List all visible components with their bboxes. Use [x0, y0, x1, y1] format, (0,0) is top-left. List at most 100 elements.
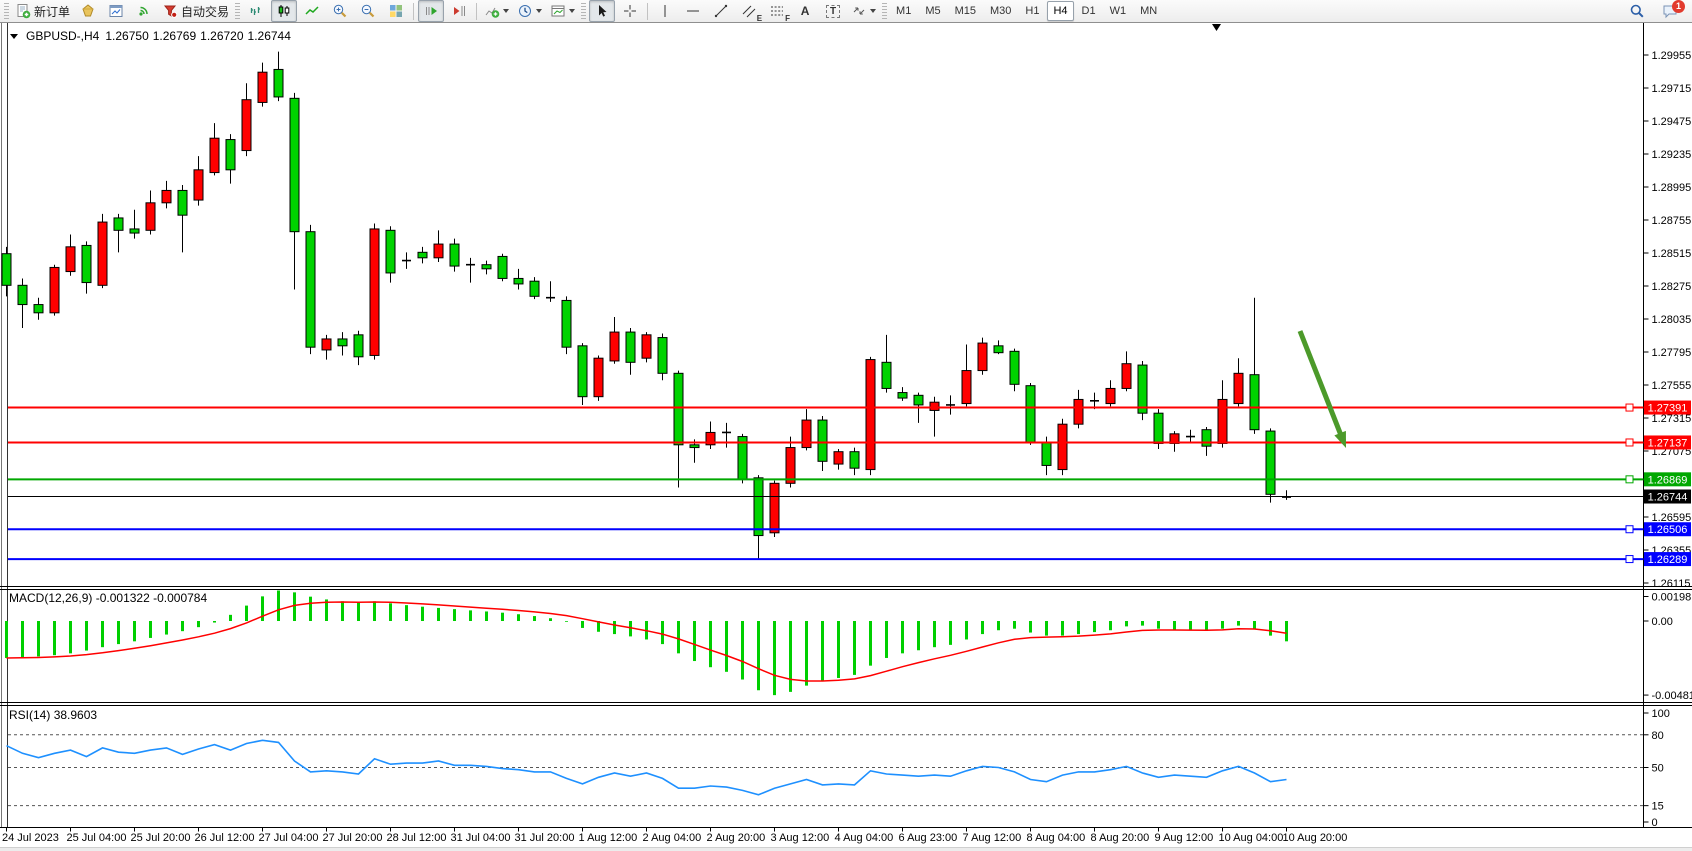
candle-body [66, 247, 75, 272]
candle-body [242, 100, 251, 151]
support-line-blue-2-handle[interactable] [1626, 556, 1633, 563]
time-axis-label: 8 Aug 20:00 [1091, 832, 1150, 844]
rsi-value: 38.9603 [54, 708, 97, 722]
time-axis-label: 31 Jul 04:00 [451, 832, 511, 844]
candle-body [674, 373, 683, 445]
macd-values: -0.001322 -0.000784 [96, 591, 207, 605]
resistance-line-1-handle[interactable] [1626, 404, 1633, 411]
time-axis-label: 10 Aug 20:00 [1283, 832, 1348, 844]
candle-body [930, 402, 939, 410]
time-axis-label: 26 Jul 12:00 [195, 832, 255, 844]
candle-body [354, 335, 363, 357]
support-line-green-handle[interactable] [1626, 476, 1633, 483]
price-tick-label: 1.26595 [1652, 512, 1692, 524]
symbol-info[interactable]: GBPUSD-,H4 1.267501.267691.267201.26744 [10, 29, 295, 43]
candle-body [34, 305, 43, 313]
support-line-blue-2-price-label: 1.26289 [1648, 554, 1688, 566]
candle-body [1122, 364, 1131, 389]
price-tick-label: 1.28275 [1652, 281, 1692, 293]
candle-body [594, 358, 603, 397]
candle-body [98, 222, 107, 285]
candle-body [1010, 351, 1019, 384]
price-tick-label: 1.27795 [1652, 347, 1692, 359]
rsi-tick-label: 80 [1652, 730, 1664, 742]
candle-body [146, 203, 155, 231]
candle-body [530, 281, 539, 296]
macd-name: MACD(12,26,9) [9, 591, 92, 605]
current-price-line-price-label: 1.26744 [1648, 492, 1688, 504]
candle-body [306, 232, 315, 348]
candle-body [498, 256, 507, 278]
candle-body [482, 265, 491, 269]
macd-signal-line [7, 602, 1287, 681]
time-axis-label: 8 Aug 04:00 [1027, 832, 1086, 844]
candle-body [450, 244, 459, 266]
candle-body [754, 478, 763, 536]
time-axis-label: 25 Jul 04:00 [67, 832, 127, 844]
price-tick-label: 1.28035 [1652, 314, 1692, 326]
resistance-line-1-price-label: 1.27391 [1648, 403, 1688, 415]
candle-body [1074, 399, 1083, 424]
symbol-label: GBPUSD-,H4 [26, 29, 99, 43]
time-axis-label: 2 Aug 20:00 [707, 832, 766, 844]
candle-body [1218, 399, 1227, 443]
time-axis-label: 31 Jul 20:00 [515, 832, 575, 844]
trend-arrow-head[interactable] [1334, 431, 1346, 448]
high-value: 1.26769 [153, 29, 196, 43]
chart-shift-marker[interactable] [1212, 24, 1221, 31]
price-tick-label: 1.28755 [1652, 215, 1692, 227]
open-value: 1.26750 [105, 29, 148, 43]
time-axis-label: 4 Aug 04:00 [835, 832, 894, 844]
macd-tick-label: 0.001981 [1652, 592, 1692, 604]
candle-body [1058, 424, 1067, 469]
candle-body [338, 339, 347, 346]
candle-body [386, 230, 395, 273]
candle-body [130, 229, 139, 233]
price-tick-label: 1.29715 [1652, 83, 1692, 95]
candle-body [370, 229, 379, 356]
candle-body [898, 393, 907, 399]
candle-body [866, 360, 875, 470]
candle-body [162, 190, 171, 202]
time-axis-label: 2 Aug 04:00 [643, 832, 702, 844]
mt4-terminal-window: 新订单 自动交易 [0, 0, 1692, 851]
trend-arrow-line[interactable] [1300, 331, 1341, 436]
rsi-name: RSI(14) [9, 708, 50, 722]
candle-body [962, 371, 971, 404]
candle-body [1138, 365, 1147, 413]
resistance-line-2-handle[interactable] [1626, 439, 1633, 446]
price-tick-label: 1.28515 [1652, 248, 1692, 260]
candle-body [834, 452, 843, 464]
candle-body [786, 448, 795, 484]
candle-body [818, 420, 827, 461]
time-axis-label: 7 Aug 12:00 [963, 832, 1022, 844]
candle-body [114, 218, 123, 230]
time-axis-label: 3 Aug 12:00 [771, 832, 830, 844]
price-tick-label: 1.26115 [1652, 578, 1691, 590]
ohlc-values: 1.267501.267691.267201.26744 [105, 29, 295, 43]
candle-body [978, 343, 987, 371]
rsi-indicator-label: RSI(14) 38.9603 [9, 708, 97, 722]
macd-tick-label: -0.00481 [1652, 690, 1692, 702]
support-line-blue-1-price-label: 1.26506 [1648, 524, 1688, 536]
time-axis-label: 1 Aug 12:00 [579, 832, 638, 844]
price-tick-label: 1.27315 [1652, 413, 1692, 425]
time-axis-label: 10 Aug 04:00 [1219, 832, 1284, 844]
chart-canvas[interactable]: 1.299551.297151.294751.292351.289951.287… [0, 0, 1692, 851]
candle-body [258, 72, 267, 102]
candle-body [1250, 375, 1259, 430]
candle-body [882, 362, 891, 388]
candle-body [226, 140, 235, 170]
candle-body [1154, 413, 1163, 443]
candle-body [1106, 388, 1115, 403]
candle-body [418, 252, 427, 258]
candle-body [1266, 431, 1275, 494]
time-axis-label: 27 Jul 20:00 [323, 832, 383, 844]
symbol-dropdown-icon[interactable] [10, 34, 18, 39]
candle-body [1026, 386, 1035, 442]
price-tick-label: 1.27555 [1652, 380, 1692, 392]
price-tick-label: 1.29475 [1652, 116, 1692, 128]
price-tick-label: 1.28995 [1652, 182, 1692, 194]
support-line-blue-1-handle[interactable] [1626, 526, 1633, 533]
time-axis-label: 25 Jul 20:00 [131, 832, 191, 844]
